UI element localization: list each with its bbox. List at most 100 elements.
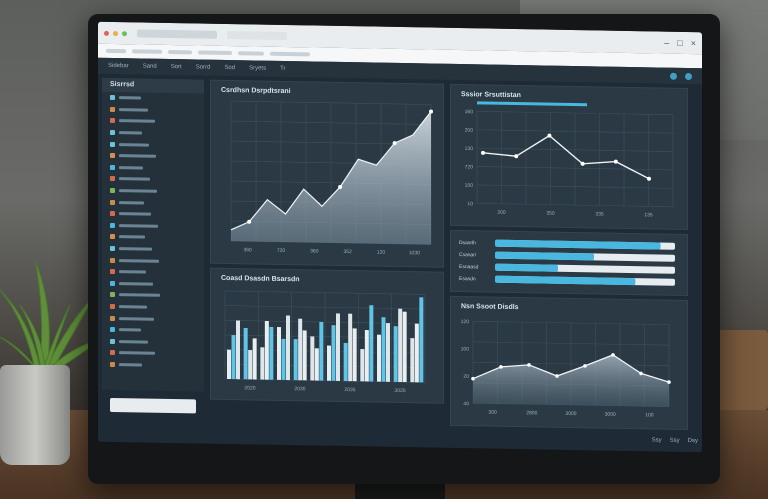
data-point: [580, 161, 585, 166]
y-tick-label: 200: [465, 128, 474, 134]
menu-item[interactable]: Sort: [171, 64, 182, 70]
progress-label: Dsasrlh: [459, 240, 476, 246]
browser-tab[interactable]: [137, 29, 217, 39]
x-tick-label: 300: [488, 410, 497, 416]
y-tick-label: 100: [461, 346, 470, 352]
sidebar-item-label: [119, 328, 141, 332]
progress-fill: [495, 263, 558, 272]
sidebar-item-label: [119, 119, 155, 124]
x-tick-label: 2035: [344, 387, 355, 393]
bar: [319, 321, 324, 381]
browser-tab[interactable]: [227, 30, 287, 41]
minimize-icon[interactable]: –: [664, 38, 669, 48]
sidebar-item-label: [119, 165, 143, 170]
bar-chart-panel: Coasd Dsasdn Bsarsdn 2020 2030 2035 3020: [210, 267, 444, 404]
bar: [286, 315, 290, 381]
menu-item[interactable]: Sryets: [249, 65, 266, 71]
x-tick-label: 135: [644, 212, 653, 218]
close-icon[interactable]: ×: [691, 38, 696, 48]
bar: [402, 311, 407, 383]
notification-icon[interactable]: [670, 72, 677, 80]
nav-back-icon[interactable]: [106, 48, 126, 54]
window-controls: – □ ×: [664, 38, 696, 49]
panel-title: Csrdhsn Dsrpdtsrani: [221, 86, 291, 96]
sidebar-item-icon: [110, 118, 115, 124]
panel-title: Sssior Srsuttistan: [461, 91, 521, 100]
sidebar-item-icon: [110, 211, 115, 217]
bar: [314, 348, 319, 381]
sidebar-item-label: [119, 142, 149, 147]
sidebar-item-label: [119, 131, 142, 135]
url-segment: [198, 50, 232, 56]
x-tick-label: 2800: [526, 410, 537, 416]
profile-icon[interactable]: [685, 72, 692, 80]
menu-item[interactable]: Sorrd: [196, 64, 211, 70]
bar: [227, 349, 231, 380]
bar: [277, 327, 281, 380]
url-segment: [238, 51, 264, 56]
sidebar-list: [102, 92, 204, 372]
x-tick-label: 2030: [294, 386, 305, 392]
status-bar: Ssy Ssy Dsy: [538, 435, 698, 450]
progress-bars: Dsasrlh Csasari Esnaasd Esasdn: [459, 239, 675, 286]
sidebar-item-icon: [110, 222, 115, 228]
sidebar-item-label: [119, 305, 147, 309]
status-item[interactable]: Ssy: [670, 438, 680, 450]
url-segment: [270, 51, 310, 57]
bar: [381, 317, 386, 382]
menu-item[interactable]: Sod: [224, 65, 235, 71]
sidebar-item-icon: [110, 338, 115, 344]
bar: [331, 325, 336, 381]
maximize-icon[interactable]: □: [677, 38, 682, 48]
progress-panel: Dsasrlh Csasari Esnaasd Esasdn: [450, 229, 688, 297]
sidebar-search-input[interactable]: [110, 397, 196, 414]
sidebar-item-icon: [110, 153, 115, 159]
sidebar-item-label: [119, 107, 148, 112]
bar: [393, 326, 398, 382]
status-item[interactable]: Ssy: [652, 437, 662, 449]
y-tick-label: 40: [463, 401, 469, 407]
bar: [269, 326, 274, 380]
minimize-dot-icon[interactable]: [113, 30, 118, 36]
close-dot-icon[interactable]: [104, 30, 109, 36]
url-segment: [132, 49, 162, 54]
sidebar-item[interactable]: [102, 358, 204, 371]
x-tick-label: 335: [595, 211, 604, 217]
progress-label: Esasdn: [459, 276, 476, 282]
monitor-screen: – □ × Sidebar Sand Sort Sorrd Sod Sryets…: [98, 21, 702, 453]
bar: [243, 327, 248, 380]
sidebar-item-icon: [110, 176, 115, 182]
bar: [398, 308, 403, 383]
status-item[interactable]: Dsy: [688, 438, 698, 450]
line-chart: 10 150 720 130 200 160 200 350 335 135: [465, 101, 674, 218]
bar: [231, 335, 236, 380]
bar: [336, 313, 340, 381]
x-tick-label: 350: [546, 211, 555, 217]
sidebar-item-label: [119, 96, 141, 100]
x-tick-label: 100: [645, 412, 654, 418]
sidebar-item-label: [119, 247, 152, 251]
sidebar-item-icon: [110, 327, 115, 333]
sidebar-item-label: [119, 235, 145, 239]
progress-fill: [495, 275, 636, 286]
bar: [360, 349, 365, 382]
maximize-dot-icon[interactable]: [122, 30, 127, 36]
bar: [236, 320, 240, 380]
sidebar-item-icon: [110, 95, 115, 101]
area-chart-2: 40 20 100 120 300 2800 3000 3000 100: [461, 319, 671, 418]
bar: [302, 330, 307, 381]
menu-item[interactable]: Sidebar: [108, 63, 129, 69]
area-chart: 360 720 360 352 120 1030: [230, 100, 433, 256]
y-tick-label: 120: [461, 319, 470, 325]
sidebar-item-label: [119, 258, 159, 263]
bar: [386, 323, 390, 382]
menu-item[interactable]: Sand: [143, 64, 157, 70]
progress-label: Csasari: [459, 252, 476, 258]
x-tick-label: 1030: [409, 250, 420, 256]
bar: [327, 345, 331, 381]
bar: [252, 338, 257, 380]
sidebar-item-icon: [110, 199, 115, 205]
menu-item[interactable]: Tr: [280, 66, 285, 72]
sidebar-item-label: [119, 363, 142, 367]
y-tick-label: 160: [465, 109, 474, 115]
